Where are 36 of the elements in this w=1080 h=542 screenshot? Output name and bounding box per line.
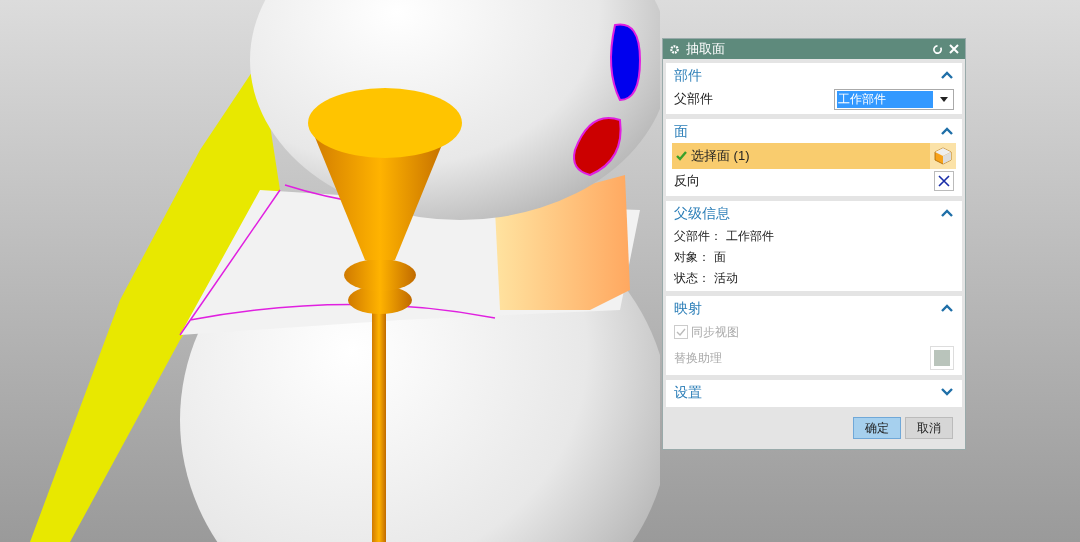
parent-part-dropdown[interactable]: 工作部件	[834, 88, 954, 110]
gear-icon	[669, 43, 680, 55]
color-swatch[interactable]	[930, 346, 954, 370]
collapse-icon[interactable]	[940, 303, 954, 313]
check-icon	[676, 328, 686, 336]
row-label: 反向	[674, 172, 700, 191]
collapse-icon[interactable]	[940, 70, 954, 80]
info-label: 对象：	[674, 248, 710, 266]
collapse-icon[interactable]	[940, 126, 954, 136]
reset-icon[interactable]	[932, 43, 943, 55]
dropdown-caret-icon	[940, 96, 948, 102]
dialog-button[interactable]: 取消	[905, 417, 953, 439]
info-value: 工作部件	[726, 227, 774, 245]
dialog-button[interactable]: 确定	[853, 417, 901, 439]
info-value: 面	[714, 248, 726, 266]
row-label: 替换助理	[674, 350, 722, 367]
info-label: 父部件：	[674, 227, 722, 245]
reverse-direction-button[interactable]	[934, 171, 954, 191]
cube-icon	[934, 147, 952, 165]
expand-icon[interactable]	[940, 387, 954, 397]
crossed-arrows-icon	[937, 174, 951, 188]
section-title[interactable]: 父级信息	[674, 202, 730, 224]
info-label: 状态：	[674, 269, 710, 287]
select-face-row[interactable]: 选择面 (1)	[672, 143, 930, 169]
section-title[interactable]: 设置	[674, 381, 702, 403]
checkmark-icon	[676, 151, 687, 161]
close-icon[interactable]	[949, 44, 959, 54]
field-label: 父部件	[674, 90, 713, 109]
section-title[interactable]: 部件	[674, 64, 702, 86]
checkbox-label: 同步视图	[691, 324, 739, 341]
row-label: 选择面 (1)	[691, 147, 750, 166]
info-value: 活动	[714, 269, 738, 287]
section-title[interactable]: 映射	[674, 297, 702, 319]
section-title[interactable]: 面	[674, 120, 688, 142]
window-title: 抽取面	[686, 40, 726, 59]
collapse-icon[interactable]	[940, 208, 954, 218]
